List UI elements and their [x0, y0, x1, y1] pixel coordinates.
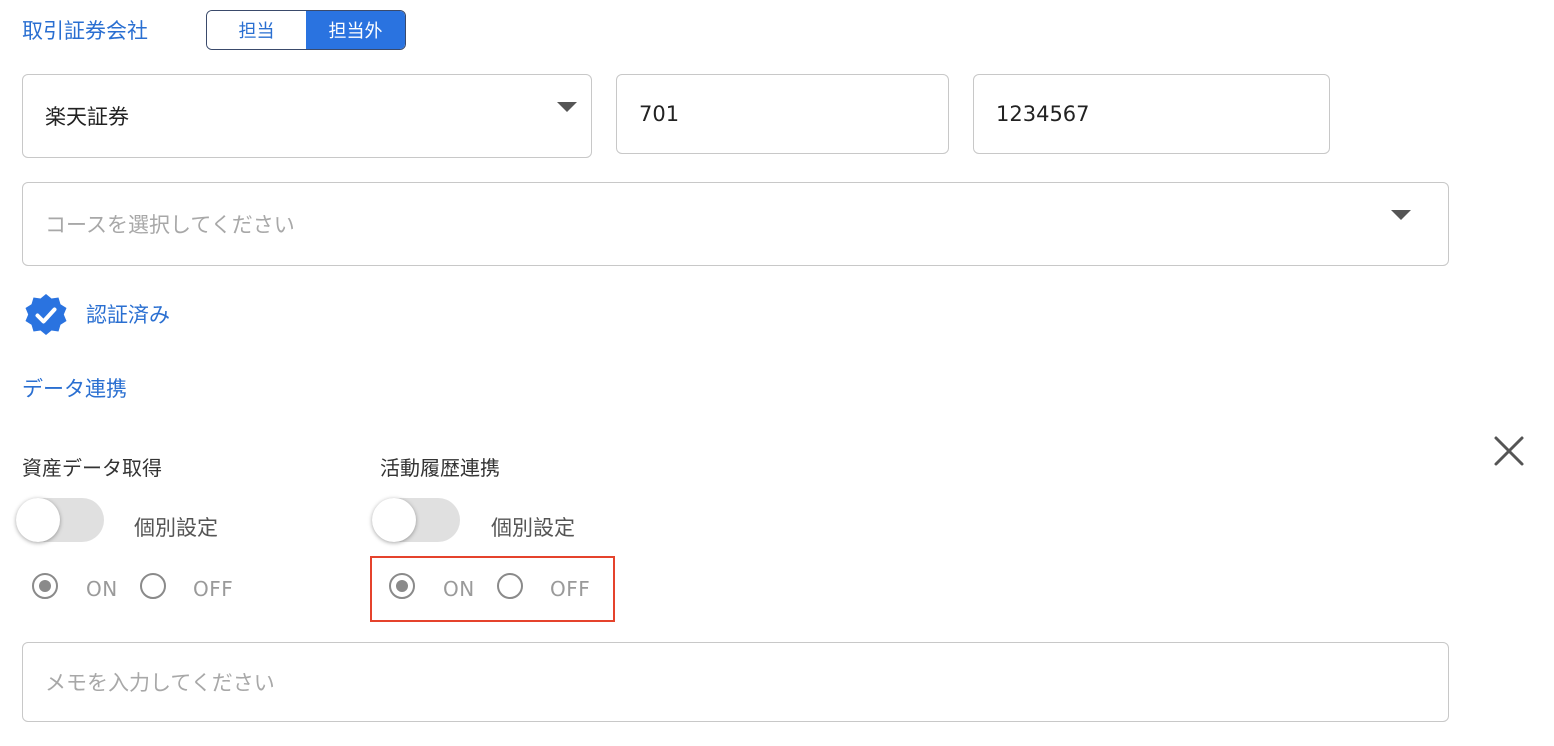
asset-data-radio-on[interactable]: [32, 573, 58, 599]
memo-placeholder: メモを入力してください: [45, 671, 275, 695]
broker-select-value: 楽天証券: [45, 105, 129, 129]
asset-data-radio-on-label: ON: [86, 577, 118, 601]
asset-data-title: 資産データ取得: [22, 456, 162, 480]
branch-code-value: 701: [639, 102, 680, 126]
memo-input[interactable]: メモを入力してください: [22, 642, 1449, 722]
radio-selected-dot: [396, 580, 408, 592]
toggle-knob: [372, 498, 416, 542]
asset-data-toggle[interactable]: [16, 498, 104, 542]
activity-history-radio-off[interactable]: [497, 573, 523, 599]
toggle-knob: [16, 498, 60, 542]
account-number-value: 1234567: [996, 102, 1090, 126]
account-number-input[interactable]: 1234567: [973, 74, 1330, 154]
asset-data-radio-off[interactable]: [140, 573, 166, 599]
verified-label: 認証済み: [86, 303, 170, 327]
broker-select[interactable]: 楽天証券: [22, 74, 592, 158]
course-select[interactable]: コースを選択してください: [22, 182, 1449, 266]
activity-history-radio-off-label: OFF: [550, 577, 591, 601]
asset-data-toggle-label: 個別設定: [134, 516, 218, 540]
chevron-down-icon: [557, 102, 577, 112]
asset-data-radio-off-label: OFF: [193, 577, 234, 601]
radio-selected-dot: [39, 580, 51, 592]
activity-history-radio-on-label: ON: [443, 577, 475, 601]
activity-history-radio-on[interactable]: [389, 573, 415, 599]
segment-not-assigned[interactable]: 担当外: [306, 11, 405, 49]
course-select-placeholder: コースを選択してください: [45, 213, 295, 237]
segment-assigned[interactable]: 担当: [207, 11, 306, 49]
activity-history-toggle-label: 個別設定: [491, 516, 575, 540]
activity-history-toggle[interactable]: [372, 498, 460, 542]
data-link-heading: データ連携: [22, 377, 127, 401]
assignment-segmented-control: 担当 担当外: [206, 10, 406, 50]
broker-section-label: 取引証券会社: [22, 19, 148, 43]
activity-history-title: 活動履歴連携: [380, 456, 500, 480]
close-icon[interactable]: [1492, 434, 1526, 468]
verified-badge-icon: [25, 294, 67, 335]
chevron-down-icon: [1391, 210, 1411, 220]
branch-code-input[interactable]: 701: [616, 74, 949, 154]
